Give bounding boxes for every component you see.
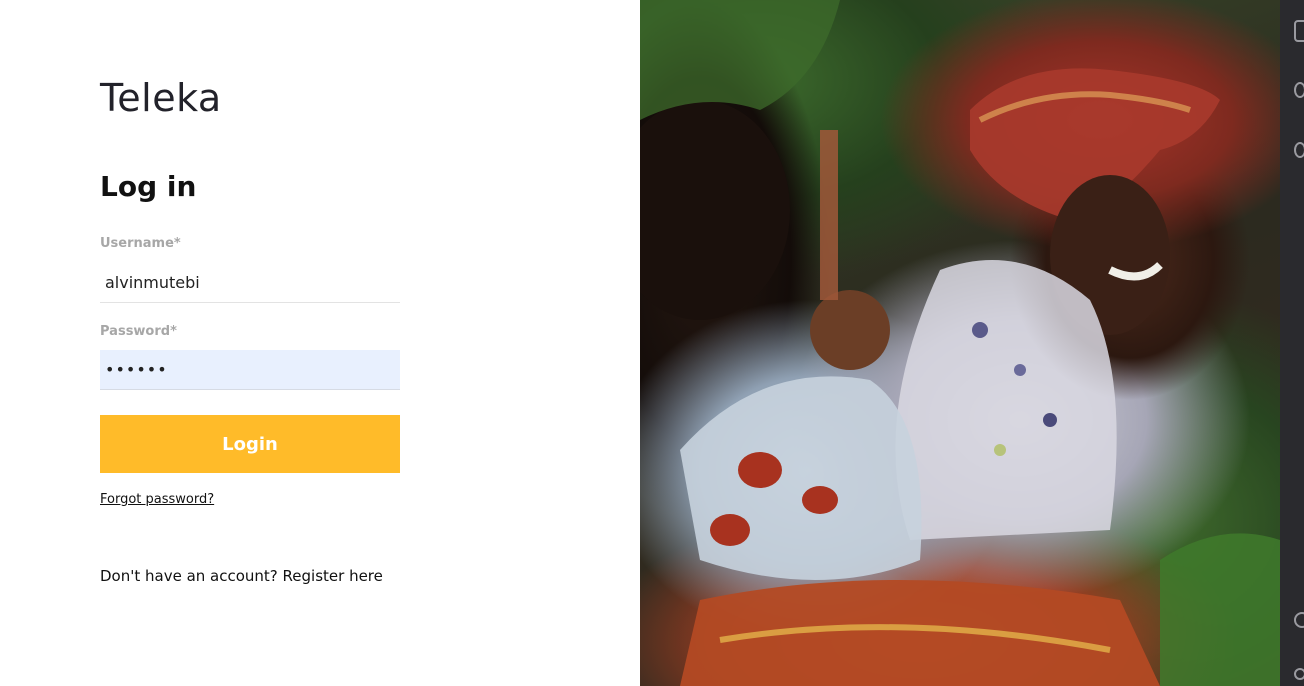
register-prompt-text: Don't have an account? xyxy=(100,567,283,585)
extension-icon[interactable] xyxy=(1294,142,1304,158)
username-label: Username* xyxy=(100,236,181,251)
password-field[interactable] xyxy=(100,350,400,390)
document-icon[interactable] xyxy=(1294,20,1304,42)
browser-side-strip xyxy=(1280,0,1304,686)
settings-icon[interactable] xyxy=(1294,612,1304,628)
register-prompt: Don't have an account? Register here xyxy=(100,567,383,585)
hero-photo-illustration xyxy=(640,0,1280,686)
login-button[interactable]: Login xyxy=(100,415,400,473)
password-label: Password* xyxy=(100,324,177,339)
puzzle-icon[interactable] xyxy=(1294,668,1304,680)
username-field[interactable] xyxy=(100,263,400,303)
forgot-password-link[interactable]: Forgot password? xyxy=(100,492,214,507)
brand-logo: Teleka xyxy=(100,76,222,120)
paw-icon[interactable] xyxy=(1294,82,1304,98)
login-panel: Teleka Log in Username* Password* Login … xyxy=(0,0,640,686)
page-title: Log in xyxy=(100,170,197,203)
register-link[interactable]: Register here xyxy=(283,567,383,585)
hero-image xyxy=(640,0,1280,686)
